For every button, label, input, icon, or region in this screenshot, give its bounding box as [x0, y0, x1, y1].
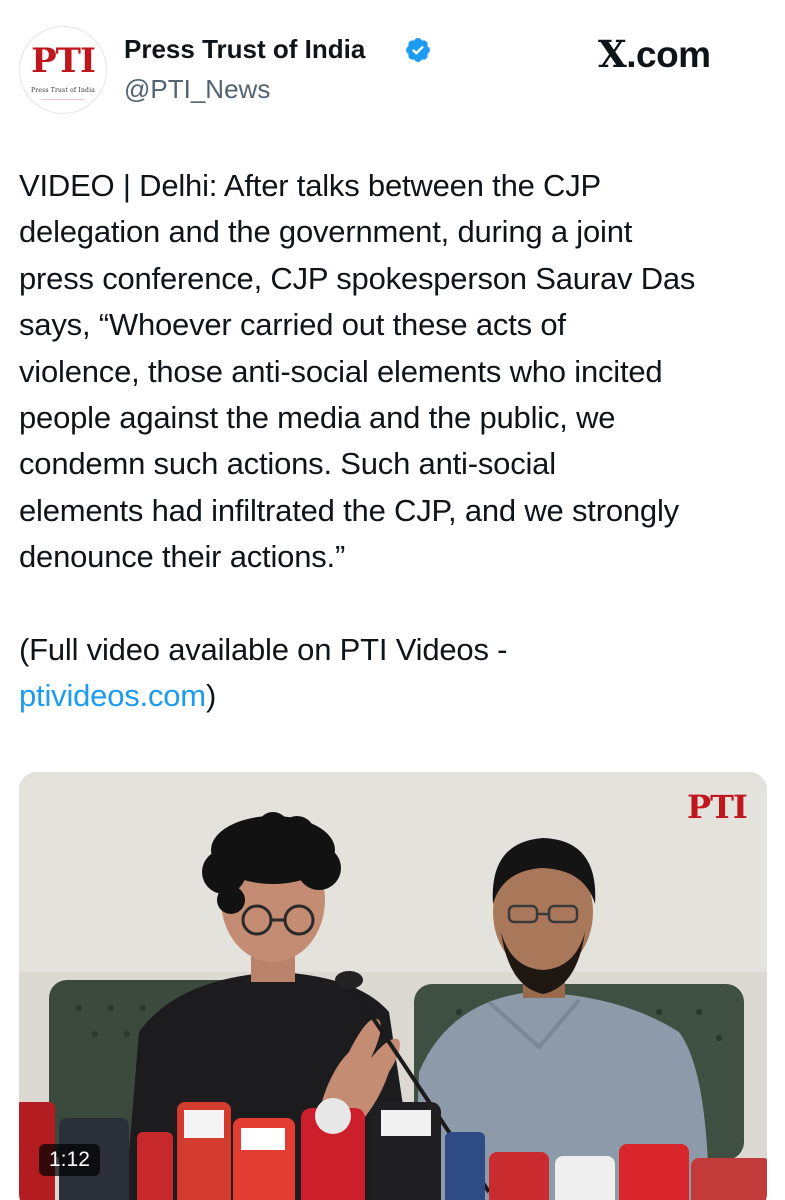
tweet-line: denounce their actions.” [19, 539, 346, 575]
tweet-line: people against the media and the public,… [19, 399, 616, 435]
x-com-logo: X.com [598, 32, 711, 76]
video-player[interactable]: PTI 1:12 [19, 772, 767, 1200]
verified-badge-icon [406, 38, 430, 62]
author-handle[interactable]: @PTI_News [124, 74, 270, 105]
tweet-line: says, “Whoever carried out these acts of [19, 307, 566, 343]
tweet-line: elements had infiltrated the CJP, and we… [19, 492, 679, 528]
video-duration-badge: 1:12 [39, 1144, 100, 1176]
tweet-header: PTI Press Trust of India ——————————— Pre… [0, 0, 785, 140]
x-logo-icon: X [598, 32, 627, 76]
avatar-subtitle: Press Trust of India [31, 87, 95, 94]
tweet-line: VIDEO | Delhi: After talks between the C… [19, 168, 602, 203]
closing-paren: ) [205, 678, 217, 714]
x-com-label: .com [626, 34, 711, 75]
tweet-line: violence, those anti-social elements who… [19, 353, 663, 389]
tweet-line: press conference, CJP spokesperson Saura… [19, 260, 696, 296]
avatar[interactable]: PTI Press Trust of India ——————————— [19, 26, 107, 114]
avatar-logo: PTI [31, 41, 96, 81]
tweet-link-line: ptivideos.com) [19, 673, 779, 719]
video-frame [19, 772, 767, 1200]
tweet-line: delegation and the government, during a … [19, 214, 633, 250]
avatar-tagline-mark: ——————————— [41, 96, 85, 101]
tweet-line: condemn such actions. Such anti-social [19, 446, 556, 482]
author-name[interactable]: Press Trust of India [124, 34, 365, 65]
tweet-text: VIDEO | Delhi: After talks between the C… [19, 163, 779, 720]
video-watermark: PTI [687, 788, 748, 826]
ptivideos-link[interactable]: ptivideos.com [19, 678, 206, 713]
tweet-note: (Full video available on PTI Videos - [19, 631, 508, 667]
